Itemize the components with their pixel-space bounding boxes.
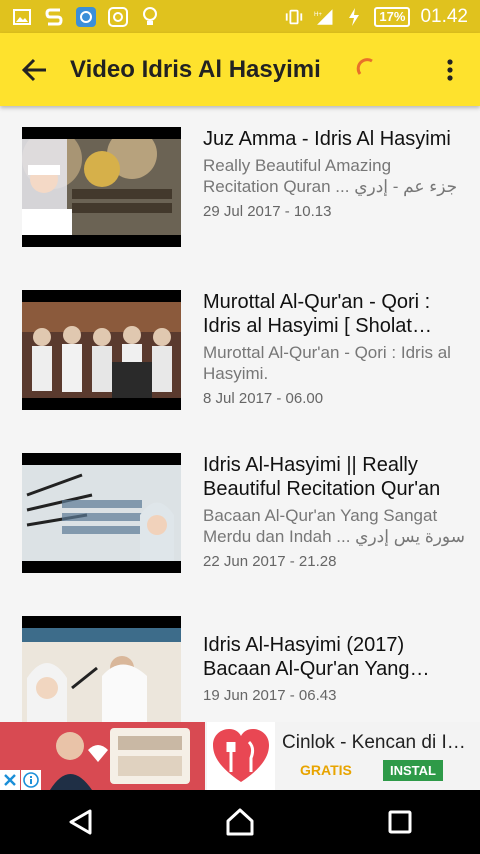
signal-icon: H+ (314, 7, 334, 27)
thumbnail-image (22, 302, 181, 398)
overflow-menu-button[interactable] (420, 33, 480, 106)
video-date: 22 Jun 2017 - 21.28 (203, 553, 337, 570)
more-vert-icon (447, 58, 453, 81)
ad-info-button[interactable] (21, 770, 41, 790)
video-info: Juz Amma - Idris Al Hasyimi Really Beaut… (203, 127, 465, 220)
heart-fork-icon (213, 729, 269, 782)
video-title[interactable]: Idris Al-Hasyimi (2017) Bacaan Al-Qur'an… (203, 633, 465, 681)
video-item[interactable]: Murottal Al-Qur'an - Qori : Idris al Has… (0, 290, 480, 440)
video-title[interactable]: Murottal Al-Qur'an - Qori : Idris al Has… (203, 290, 465, 338)
status-bar-notifications (0, 6, 160, 27)
video-info: Murottal Al-Qur'an - Qori : Idris al Has… (203, 290, 465, 407)
video-title[interactable]: Idris Al-Hasyimi || Really Beautiful Rec… (203, 453, 465, 501)
close-icon (4, 774, 16, 786)
video-info: Idris Al-Hasyimi (2017) Bacaan Al-Qur'an… (203, 633, 465, 704)
status-bar: H+ 17% 01.42 (0, 0, 480, 33)
video-list[interactable]: Juz Amma - Idris Al Hasyimi Really Beaut… (0, 106, 480, 722)
video-info: Idris Al-Hasyimi || Really Beautiful Rec… (203, 453, 465, 570)
video-item[interactable]: Idris Al-Hasyimi (2017) Bacaan Al-Qur'an… (0, 616, 480, 722)
arrow-back-icon (22, 58, 46, 81)
info-icon (23, 772, 39, 788)
battery-level: 17% (374, 6, 411, 27)
app-bar: Video Idris Al Hasyimi (0, 33, 480, 106)
nav-recents-button[interactable] (360, 790, 440, 854)
video-title[interactable]: Juz Amma - Idris Al Hasyimi (203, 127, 465, 151)
recents-square-icon (388, 810, 412, 834)
thumbnail-image (22, 139, 181, 235)
video-thumbnail[interactable] (22, 453, 181, 573)
s-app-icon (44, 7, 64, 27)
ad-app-logo[interactable] (207, 722, 275, 790)
back-triangle-icon (69, 809, 92, 835)
loading-spinner-icon (356, 57, 373, 75)
ad-close-button[interactable] (0, 770, 20, 790)
status-bar-system: H+ 17% 01.42 (284, 6, 480, 28)
home-icon (226, 808, 254, 836)
ad-title[interactable]: Cinlok - Kencan di Indonesia (282, 732, 472, 754)
video-item[interactable]: Idris Al-Hasyimi || Really Beautiful Rec… (0, 453, 480, 603)
video-description: Really Beautiful Amazing Recitation Qura… (203, 156, 458, 196)
ad-install-button[interactable]: INSTAL (383, 760, 443, 781)
gallery-icon (12, 7, 32, 27)
video-thumbnail[interactable] (22, 616, 181, 722)
lightbulb-icon (140, 6, 160, 27)
svg-text:H+: H+ (314, 11, 322, 18)
thumbnail-image (22, 465, 181, 561)
ad-banner[interactable]: Cinlok - Kencan di Indonesia GRATIS INST… (0, 722, 480, 790)
nav-back-button[interactable] (40, 790, 120, 854)
clock: 01.42 (420, 5, 468, 27)
back-button[interactable] (0, 33, 70, 106)
video-thumbnail[interactable] (22, 290, 181, 410)
video-description: Murottal Al-Qur'an - Qori : Idris al Has… (203, 343, 451, 383)
video-date: 8 Jul 2017 - 06.00 (203, 390, 324, 407)
system-nav-bar (0, 790, 480, 854)
ad-price-label: GRATIS (300, 762, 352, 778)
sync-app-icon (76, 6, 96, 27)
nav-home-button[interactable] (200, 790, 280, 854)
camera-app-icon (108, 6, 128, 27)
vibrate-icon (284, 7, 304, 27)
video-date: 19 Jun 2017 - 06.43 (203, 687, 337, 704)
video-date: 29 Jul 2017 - 10.13 (203, 203, 332, 220)
thumbnail-image (22, 628, 181, 722)
video-description: Bacaan Al-Qur'an Yang Sangat Merdu dan I… (203, 506, 465, 546)
page-title: Video Idris Al Hasyimi (70, 55, 321, 83)
video-item[interactable]: Juz Amma - Idris Al Hasyimi Really Beaut… (0, 127, 480, 277)
video-thumbnail[interactable] (22, 127, 181, 247)
charging-icon (344, 7, 364, 27)
